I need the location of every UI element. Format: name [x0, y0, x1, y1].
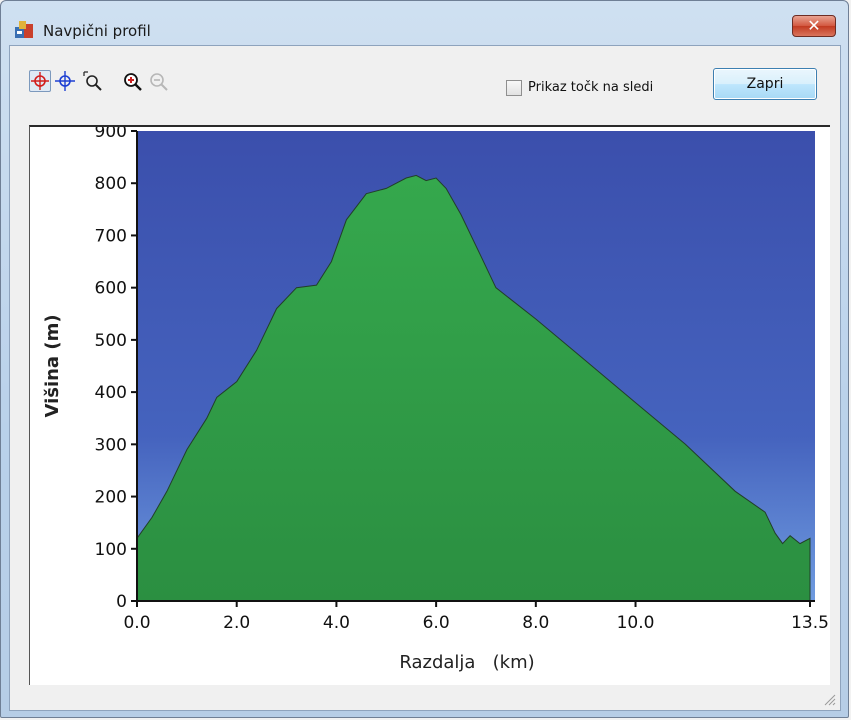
y-axis-label: Višina (m) — [42, 314, 63, 417]
elevation-chart: 0 100 200 300 400 500 600 700 800 900 0.0 2.0 4.0 6.0… — [42, 122, 829, 673]
y-tick-label: 700 — [95, 226, 127, 246]
crosshair-red-icon[interactable] — [29, 70, 51, 92]
y-tick-label: 200 — [95, 488, 127, 508]
resize-grip-icon[interactable] — [822, 692, 836, 706]
title-bar[interactable]: Navpični profil ✕ — [1, 1, 848, 43]
y-tick-label: 800 — [95, 174, 127, 194]
x-tick-label: 4.0 — [323, 613, 350, 633]
show-track-points-label: Prikaz točk na sledi — [528, 80, 654, 95]
y-tick-label: 400 — [95, 383, 127, 403]
y-tick-label: 100 — [95, 540, 127, 560]
elevation-chart-panel: 0 100 200 300 400 500 600 700 800 900 0.0 2.0 4.0 6.0… — [29, 122, 830, 685]
profile-window: Navpični profil ✕ Prikaz točk na sledi Z… — [0, 0, 849, 718]
zoom-out-icon[interactable] — [147, 70, 169, 92]
y-tick-label: 0 — [116, 592, 127, 612]
x-tick-label: 6.0 — [423, 613, 450, 633]
crosshair-blue-icon[interactable] — [54, 70, 76, 92]
x-tick-label: 8.0 — [522, 613, 549, 633]
dialog-client-area: Prikaz točk na sledi Zapri 0 100 200 300… — [9, 45, 841, 711]
zoom-area-icon[interactable] — [81, 70, 103, 92]
y-tick-label: 300 — [95, 435, 127, 455]
y-tick-label: 900 — [95, 127, 127, 142]
y-tick-label: 500 — [95, 331, 127, 351]
toolbar: Prikaz točk na sledi Zapri — [10, 46, 840, 124]
window-title: Navpični profil — [43, 22, 151, 40]
close-icon: ✕ — [807, 16, 821, 35]
x-tick-label: 10.0 — [617, 613, 655, 633]
y-tick-label: 600 — [95, 279, 127, 299]
x-tick-label: 2.0 — [223, 613, 250, 633]
show-track-points-checkbox[interactable] — [506, 80, 522, 96]
close-window-button[interactable]: ✕ — [792, 15, 836, 37]
x-tick-label: 0.0 — [123, 613, 150, 633]
x-axis-label: Razdalja (km) — [399, 652, 534, 673]
x-tick-label: 13.5 — [791, 613, 829, 633]
close-dialog-button[interactable]: Zapri — [713, 68, 817, 100]
zoom-in-icon[interactable] — [121, 70, 143, 92]
app-icon — [15, 21, 33, 38]
